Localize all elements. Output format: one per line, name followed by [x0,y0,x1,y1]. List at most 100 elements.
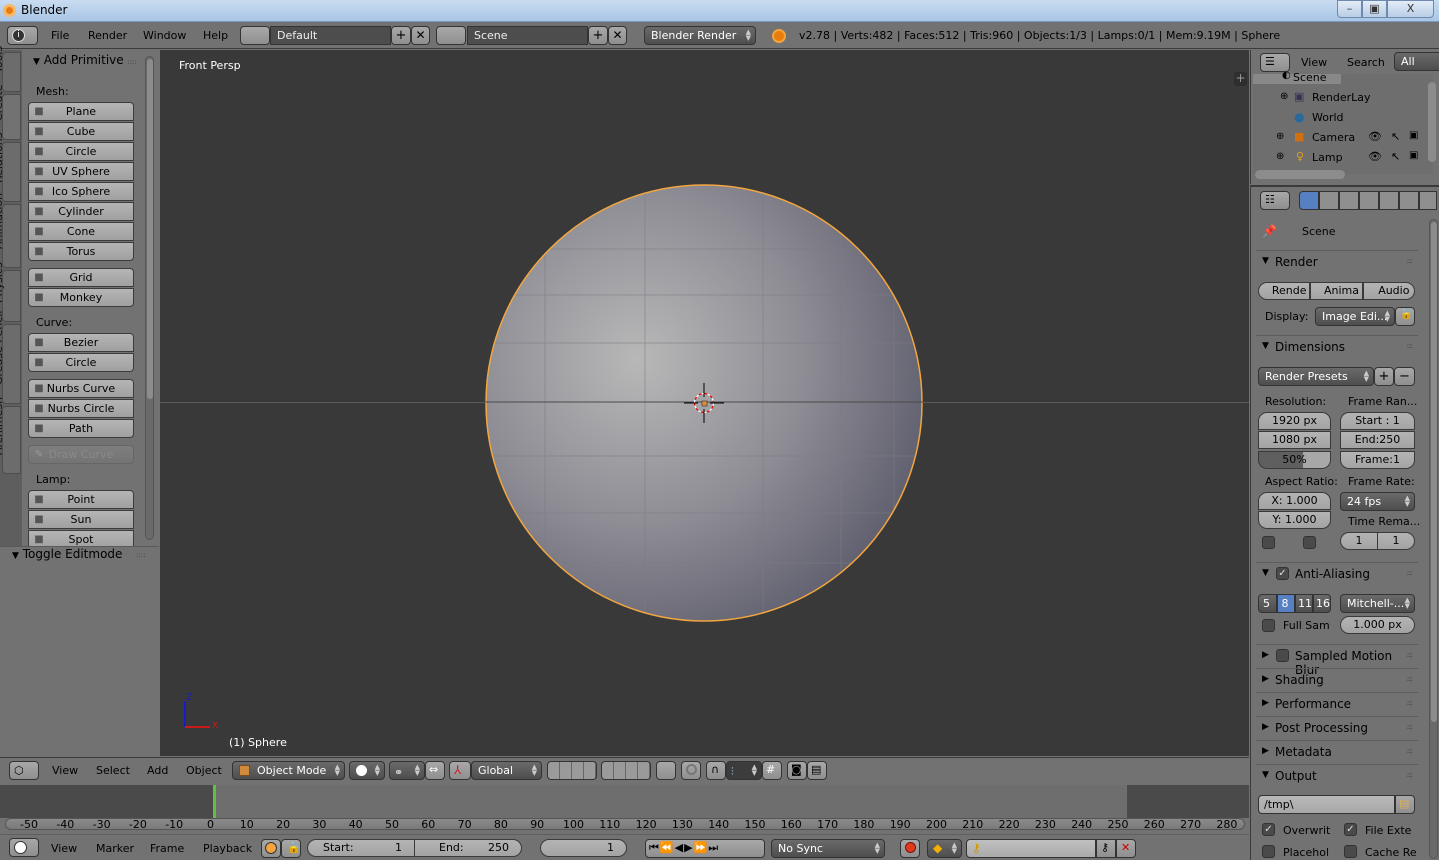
visibility-eye-icon[interactable]: 👁 [1368,150,1382,163]
resolution-percentage-slider[interactable]: 50% [1258,451,1331,469]
file-extensions-checkbox[interactable]: ✓ [1344,823,1357,836]
aa-samples-8[interactable]: 8 [1276,594,1295,613]
performance-panel-header[interactable]: ▶ Performance:::: [1256,692,1418,714]
keying-set-field[interactable]: ⚷ [966,839,1096,858]
properties-toggle-button[interactable]: + [1234,72,1247,86]
play-reverse-icon[interactable]: ◀ [675,841,684,854]
minimize-button[interactable]: – [1337,0,1362,18]
anti-aliasing-checkbox[interactable]: ✓ [1276,567,1289,580]
add-preset-button[interactable]: + [1374,367,1394,386]
transform-orientation-select[interactable]: Global ▲ ▼ [471,761,542,780]
expand-icon[interactable]: ⊕ [1276,131,1284,142]
menu-window[interactable]: Window [143,29,186,42]
add-uv-sphere-button[interactable]: ■ UV Sphere [28,162,134,181]
aa-filter-size-field[interactable]: 1.000 px [1340,616,1415,634]
playback-controls[interactable]: ⏮⏪◀▶⏩⏭ [645,839,765,858]
metadata-panel-header[interactable]: ▶ Metadata:::: [1256,740,1418,762]
viewport-shading-select[interactable]: ▲ ▼ [349,761,385,780]
timeline-area[interactable] [0,785,1249,818]
opengl-render-image-button[interactable]: ◙ [787,761,807,780]
aa-samples-11[interactable]: 11 [1295,594,1313,613]
prev-keyframe-icon[interactable]: ⏪ [660,841,675,854]
add-monkey-button[interactable]: ■ Monkey [28,288,134,307]
add-cone-button[interactable]: ■ Cone [28,222,134,241]
motion-blur-checkbox[interactable] [1276,649,1289,662]
editor-type-info-button[interactable]: i [7,26,38,45]
render-layers-context-tab[interactable] [1319,191,1339,210]
current-frame-field[interactable]: 1 [540,839,627,857]
menu-select[interactable]: Select [96,764,130,777]
delete-scene-button[interactable]: ✕ [608,26,627,45]
placeholders-checkbox[interactable] [1262,845,1275,858]
remove-preset-button[interactable]: − [1394,367,1415,386]
world-context-tab[interactable] [1359,191,1379,210]
maximize-button[interactable]: ▣ [1362,0,1387,18]
menu-view[interactable]: View [52,764,78,777]
crop-checkbox[interactable] [1303,536,1316,549]
outliner-menu-view[interactable]: View [1301,56,1327,69]
aspect-y-field[interactable]: Y: 1.000 [1258,511,1331,529]
lock-interface-button[interactable]: 🔓 [1395,307,1415,326]
render-context-tab[interactable] [1299,191,1319,210]
add-circle-button[interactable]: ■ Circle [28,142,134,161]
resolution-y-field[interactable]: 1080 px [1258,431,1331,449]
opengl-render-animation-button[interactable]: ▤ [807,761,827,780]
add-nurbs-circle-button[interactable]: ■ Nurbs Circle [28,399,134,418]
properties-scrollbar[interactable] [1429,219,1438,859]
pin-icon[interactable]: 📌 [1262,224,1277,238]
add-torus-button[interactable]: ■ Torus [28,242,134,261]
snap-target-button[interactable]: # [762,761,782,780]
modifiers-context-tab[interactable] [1419,191,1437,210]
frame-start-field[interactable]: Start : 1 [1340,412,1415,430]
timeline-menu-playback[interactable]: Playback [203,842,252,855]
draw-curve-button[interactable]: ✎ Draw Curve [28,445,134,464]
delete-screen-button[interactable]: ✕ [411,26,430,45]
proportional-edit-button[interactable] [681,761,701,780]
3d-cursor-icon[interactable] [684,383,724,423]
select-arrow-icon[interactable]: ↖ [1391,130,1400,143]
render-panel-header[interactable]: ▼ Render:::: [1256,250,1418,272]
add-path-button[interactable]: ■ Path [28,419,134,438]
layer-buttons-1[interactable] [547,761,597,780]
aa-filter-select[interactable]: Mitchell-... ▲ ▼ [1340,594,1415,613]
aspect-x-field[interactable]: X: 1.000 [1258,492,1331,510]
jump-end-icon[interactable]: ⏭ [708,841,719,854]
lock-time-button[interactable]: 🔒 [281,839,301,858]
tab-animation[interactable]: Animation [0,193,21,268]
outliner-item-lamp[interactable]: ⊕ ♀ Lamp 👁 ↖ ▣ [1252,150,1438,170]
visibility-eye-icon[interactable]: 👁 [1368,130,1382,143]
outliner-item-camera[interactable]: ⊕ ■ Camera 👁 ↖ ▣ [1252,130,1438,150]
border-checkbox[interactable] [1262,536,1275,549]
mode-select[interactable]: Object Mode ▲ ▼ [232,761,345,780]
tab-grease-pencil[interactable]: Grease Pencil [0,311,21,404]
outliner-item-renderlayers[interactable]: ⊕ ▣ RenderLay [1252,90,1438,110]
insert-keyframe-button[interactable]: ⚷ [1096,839,1116,858]
display-mode-select[interactable]: All Scen [1394,52,1439,85]
menu-render[interactable]: Render [88,29,127,42]
delete-keyframe-button[interactable]: ✕ [1116,839,1136,858]
overwrite-checkbox[interactable]: ✓ [1262,823,1275,836]
add-primitive-panel-header[interactable]: ▼ Add Primitive :::: [33,53,137,67]
display-mode-select[interactable]: Image Edi... ▲ ▼ [1315,307,1395,326]
render-engine-select[interactable]: Blender Render ▲ ▼ [644,26,756,45]
add-cylinder-button[interactable]: ■ Cylinder [28,202,134,221]
drag-grip-icon[interactable]: :::: [1407,651,1414,659]
add-cube-button[interactable]: ■ Cube [28,122,134,141]
output-panel-header[interactable]: ▼ Output:::: [1256,764,1418,786]
render-audio-button[interactable]: Audio [1362,282,1415,300]
output-path-field[interactable]: /tmp\ [1258,795,1395,814]
toggle-editmode-header[interactable]: ▼ Toggle Editmode [12,547,122,561]
transform-orientation-icon-button[interactable]: ⅄ [449,761,471,780]
select-arrow-icon[interactable]: ↖ [1391,150,1400,163]
end-frame-field[interactable]: End: 250 [414,839,522,857]
expand-icon[interactable]: ⊕ [1280,91,1288,102]
drag-grip-icon[interactable]: :::: [1407,675,1414,683]
menu-object[interactable]: Object [186,764,222,777]
timeline-ruler[interactable] [5,818,1245,830]
layer-buttons-2[interactable] [601,761,651,780]
pivot-point-select[interactable]: ⚭ ▲ ▼ [389,761,425,780]
current-frame-indicator[interactable] [213,785,216,818]
render-camera-icon[interactable]: ▣ [1409,150,1418,161]
aa-samples-16[interactable]: 16 [1313,594,1331,613]
browse-folder-button[interactable]: ▤ [1395,795,1415,814]
